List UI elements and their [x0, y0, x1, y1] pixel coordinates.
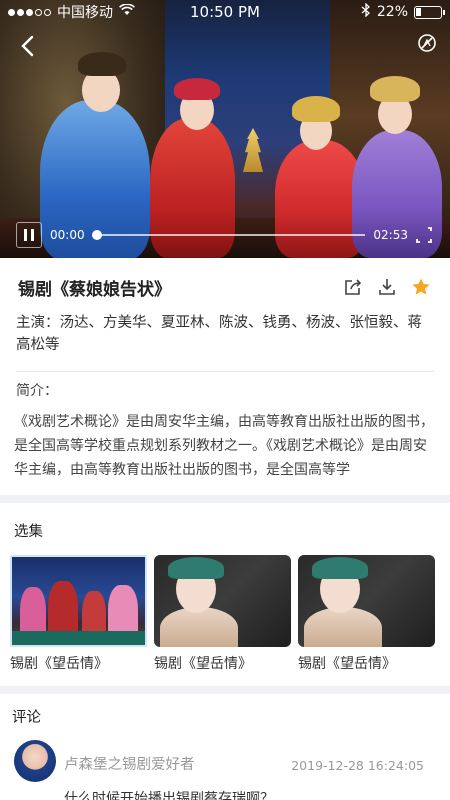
battery-percent: 22%: [376, 4, 408, 20]
episode-title: 锡剧《望岳情》: [10, 656, 108, 672]
video-title: 锡剧《蔡娘娘告状》: [18, 279, 171, 300]
title-row: 锡剧《蔡娘娘告状》: [0, 270, 450, 304]
pause-icon: [31, 229, 34, 241]
clock: 10:50 PM: [190, 3, 260, 21]
episode-item[interactable]: 锡剧《望岳情》: [10, 555, 147, 673]
episode-list: 锡剧《望岳情》 锡剧《望岳情》 锡剧《望岳情》: [10, 555, 442, 673]
intro-text: 《戏剧艺术概论》是由周安华主编，由高等教育出版社出版的图书，是全国高等学校重点规…: [14, 414, 434, 478]
player-controls: 00:00 02:53: [0, 220, 450, 250]
fullscreen-button[interactable]: [414, 225, 434, 245]
back-button[interactable]: [14, 32, 42, 60]
status-bar: 中国移动 10:50 PM 22%: [0, 0, 450, 24]
carrier-label: 中国移动: [57, 5, 113, 21]
performer-headdress: [292, 96, 340, 122]
section-separator: [0, 495, 450, 503]
no-cast-icon: [418, 34, 436, 52]
current-time: 00:00: [50, 228, 85, 242]
performer-headdress: [370, 76, 420, 102]
fullscreen-icon: [416, 227, 432, 243]
episode-thumbnail: [298, 555, 435, 647]
pause-icon: [24, 229, 27, 241]
intro-label: 简介：: [16, 383, 58, 399]
cast-list: 主演：汤达、方美华、夏亚林、陈波、钱勇、杨波、张恒毅、蒋高松等: [16, 312, 436, 356]
cast-label: 主演：: [16, 315, 60, 331]
episode-thumbnail: [10, 555, 147, 647]
progress-knob[interactable]: [91, 230, 102, 240]
download-icon: [379, 279, 395, 295]
cast-names: 汤达、方美华、夏亚林、陈波、钱勇、杨波、张恒毅、蒋高松等: [16, 315, 422, 353]
episodes-heading: 选集: [14, 524, 43, 540]
status-left: 中国移动: [8, 2, 178, 22]
cast-toggle-button[interactable]: [416, 32, 438, 54]
share-button[interactable]: [342, 276, 364, 298]
episode-thumbnail: [154, 555, 291, 647]
performer-headdress: [78, 52, 126, 76]
action-bar: [342, 276, 432, 298]
pagoda-prop: [243, 128, 263, 172]
pause-button[interactable]: [16, 222, 42, 248]
comment-username[interactable]: 卢森堡之锡剧爱好者: [64, 753, 195, 774]
signal-icon: [8, 8, 51, 16]
download-button[interactable]: [376, 276, 398, 298]
divider: [16, 371, 434, 372]
chevron-left-icon: [21, 35, 34, 57]
episode-title: 锡剧《望岳情》: [154, 656, 252, 672]
duration: 02:53: [373, 228, 408, 242]
comments-heading: 评论: [12, 710, 41, 726]
performer-headdress: [174, 78, 220, 100]
star-icon: [412, 278, 430, 295]
episode-item[interactable]: 锡剧《望岳情》: [298, 555, 435, 673]
favorite-button[interactable]: [410, 276, 432, 298]
video-player[interactable]: 中国移动 10:50 PM 22% 00:00 02:53: [0, 0, 450, 258]
section-separator: [0, 686, 450, 694]
battery-icon: [414, 5, 445, 19]
comment-timestamp: 2019-12-28 16:24:05: [291, 758, 424, 773]
share-icon: [345, 279, 362, 295]
status-right: 22%: [272, 2, 445, 21]
progress-bar[interactable]: [91, 230, 366, 240]
episode-title: 锡剧《望岳情》: [298, 656, 396, 672]
episode-item[interactable]: 锡剧《望岳情》: [154, 555, 291, 673]
wifi-icon: [119, 3, 135, 20]
comment-item: 卢森堡之锡剧爱好者 2019-12-28 16:24:05 什么时候开始播出锡剧…: [14, 740, 434, 800]
bluetooth-icon: [361, 2, 371, 21]
comment-text: 什么时候开始播出锡剧蔡存瑞啊？: [64, 791, 274, 800]
avatar[interactable]: [14, 740, 56, 782]
